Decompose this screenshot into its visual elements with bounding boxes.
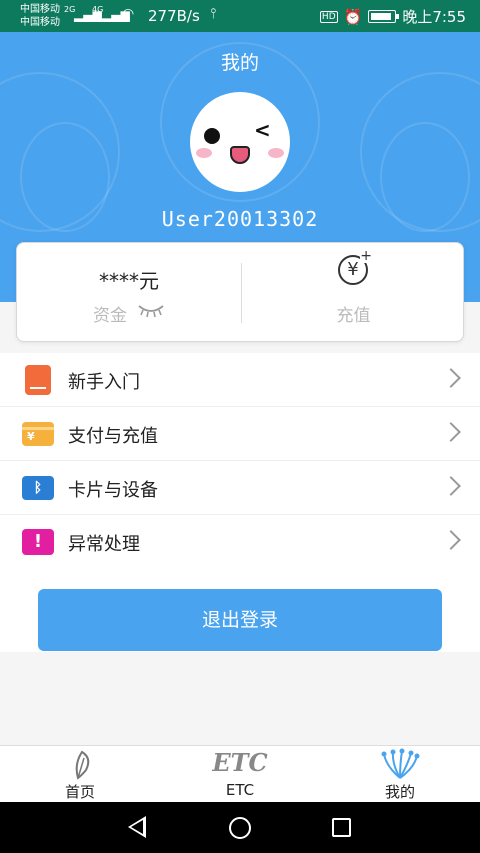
avatar[interactable]: < (190, 92, 290, 192)
back-icon-inner (131, 820, 143, 834)
menu-item-label: 新手入门 (68, 372, 140, 393)
avatar-blush-left (196, 148, 212, 158)
tab-label: 我的 (384, 783, 415, 801)
page-title: 我的 (220, 52, 259, 74)
bottom-tab-bar: 首页 ETC ETC 我的 (0, 745, 480, 802)
logout-area: 退出登录 (0, 568, 480, 652)
book-icon (25, 365, 51, 395)
bluetooth-glyph: ᛒ (33, 480, 43, 496)
bluetooth-icon: ᛒ (22, 476, 54, 500)
recharge-button[interactable]: ¥ + 充值 (242, 243, 465, 343)
menu-list: 新手入门 ¥ 支付与充值 ᛒ 卡片与设备 ! 异常处理 (0, 353, 480, 569)
etc-logo-icon: ETC (212, 748, 268, 777)
wifi-icon: ◠ (122, 6, 135, 22)
network-speed: 277B/s (148, 7, 200, 25)
recent-apps-icon[interactable] (332, 818, 351, 837)
avatar-eye-wink: < (254, 118, 271, 142)
battery-icon (368, 10, 400, 23)
menu-item-label: 异常处理 (68, 534, 140, 555)
avatar-eye-left (204, 128, 220, 144)
yen-plus-icon: ¥ + (338, 249, 372, 285)
exclamation-icon: ! (22, 529, 54, 555)
status-right: HD ⏰ 晚上7:55 (319, 6, 466, 27)
chevron-right-icon (441, 530, 461, 550)
menu-item-label: 支付与充值 (68, 426, 158, 447)
home-icon[interactable] (229, 817, 251, 839)
tab-label: 首页 (64, 783, 95, 801)
carrier-2: 中国移动 (20, 17, 60, 28)
funds-section[interactable]: ****元 资金 (17, 243, 241, 343)
peacock-icon (381, 748, 420, 779)
usb-icon: ⫯ (210, 6, 217, 22)
menu-item-label: 卡片与设备 (68, 480, 158, 501)
status-bar: 中国移动 中国移动 2G ▂▄▆ 4G ▂▄▆ ◠ 277B/s ⫯ HD ⏰ … (0, 0, 480, 32)
card-yen-glyph: ¥ (27, 430, 35, 443)
system-nav-bar (0, 802, 480, 853)
balance-value: ****元 (99, 269, 159, 293)
funds-label: 资金 (93, 306, 127, 326)
tab-home[interactable]: 首页 (0, 746, 160, 803)
recharge-label: 充值 (336, 306, 371, 326)
feather-icon (75, 750, 90, 780)
wallet-card: ****元 资金 ¥ + 充值 (16, 242, 464, 342)
hd-icon: HD (319, 10, 338, 23)
chevron-right-icon (441, 368, 461, 388)
chevron-right-icon (441, 422, 461, 442)
carrier-1: 中国移动 (20, 4, 60, 15)
carrier-labels: 中国移动 中国移动 (20, 3, 60, 29)
clock: 晚上7:55 (402, 8, 466, 26)
avatar-mouth (230, 146, 250, 164)
tab-etc[interactable]: ETC ETC (160, 746, 320, 803)
alarm-icon: ⏰ (343, 7, 363, 26)
avatar-blush-right (268, 148, 284, 158)
menu-item-getting-started[interactable]: 新手入门 (0, 353, 480, 407)
menu-item-payment[interactable]: ¥ 支付与充值 (0, 407, 480, 461)
logout-button[interactable]: 退出登录 (38, 589, 442, 651)
card-payment-icon: ¥ (22, 422, 54, 446)
menu-item-cards-devices[interactable]: ᛒ 卡片与设备 (0, 461, 480, 515)
tab-mine[interactable]: 我的 (320, 746, 480, 803)
chevron-right-icon (441, 476, 461, 496)
tab-label: ETC (225, 781, 255, 799)
exclamation-glyph: ! (33, 531, 43, 552)
username: User20013302 (161, 207, 319, 231)
eye-closed-icon[interactable] (137, 303, 165, 317)
menu-item-exceptions[interactable]: ! 异常处理 (0, 515, 480, 569)
